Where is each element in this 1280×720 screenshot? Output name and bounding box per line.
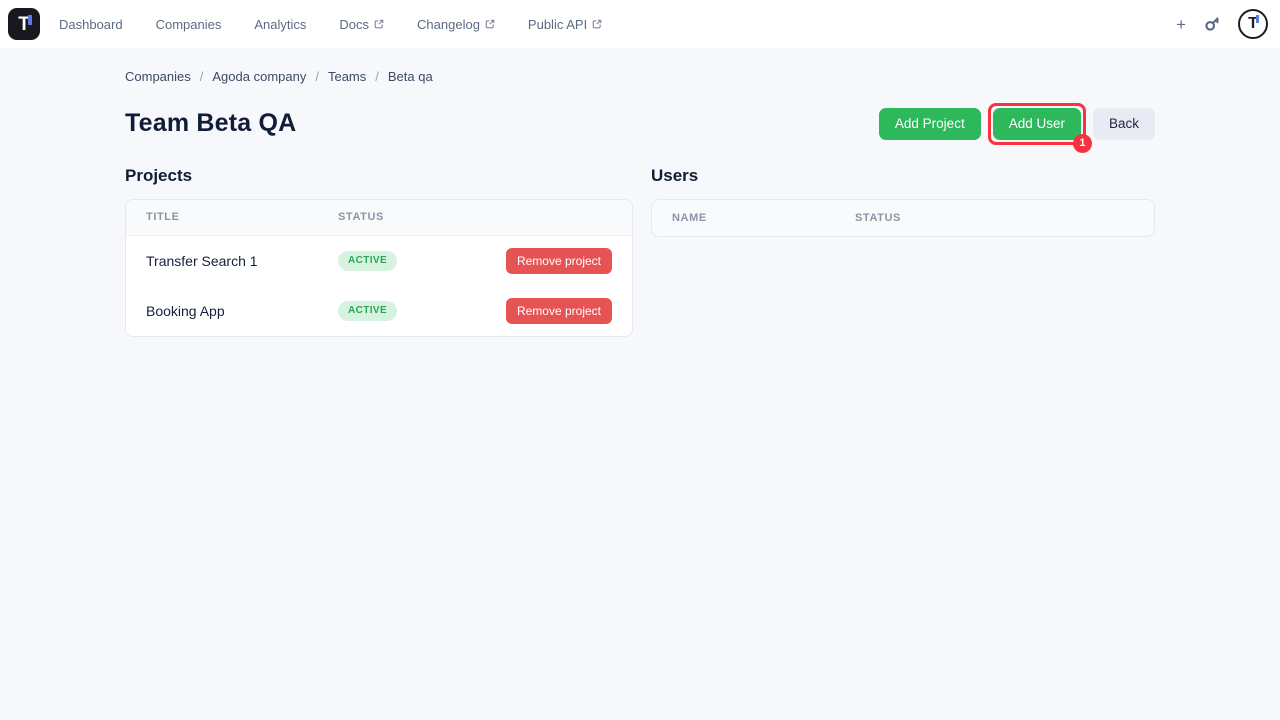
add-user-button[interactable]: Add User — [993, 108, 1081, 140]
external-link-icon — [485, 19, 495, 29]
top-navbar: T Dashboard Companies Analytics Docs Cha… — [0, 0, 1280, 48]
page-header: Team Beta QA Add Project Add User 1 Back — [125, 103, 1155, 145]
content-columns: Projects Title Status Transfer Search 1 … — [125, 166, 1155, 337]
search-icon[interactable] — [1203, 15, 1221, 33]
nav-item-companies[interactable]: Companies — [156, 17, 222, 32]
page-actions: Add Project Add User 1 Back — [879, 103, 1155, 145]
breadcrumb-separator: / — [200, 69, 204, 84]
app-logo-accent — [28, 15, 32, 25]
nav-item-dashboard[interactable]: Dashboard — [59, 17, 123, 32]
avatar[interactable]: T — [1238, 9, 1268, 39]
annotation-badge: 1 — [1073, 134, 1092, 153]
app-logo[interactable]: T — [8, 8, 40, 40]
navbar-right-group: + T — [1176, 9, 1268, 39]
breadcrumb-agoda-company[interactable]: Agoda company — [212, 69, 306, 84]
table-row: Booking App ACTIVE Remove project — [126, 286, 632, 336]
annotation-highlight-box: Add User 1 — [988, 103, 1086, 145]
column-header-name: Name — [672, 212, 855, 224]
breadcrumb-beta-qa: Beta qa — [388, 69, 433, 84]
users-heading: Users — [651, 166, 1155, 186]
back-button[interactable]: Back — [1093, 108, 1155, 140]
column-header-status: Status — [855, 212, 1134, 224]
projects-table: Title Status Transfer Search 1 ACTIVE Re… — [125, 199, 633, 337]
add-project-button[interactable]: Add Project — [879, 108, 981, 140]
projects-table-header: Title Status — [126, 200, 632, 236]
avatar-accent — [1256, 15, 1259, 23]
breadcrumb: Companies / Agoda company / Teams / Beta… — [125, 48, 1155, 84]
nav-item-docs[interactable]: Docs — [339, 17, 384, 32]
status-badge: ACTIVE — [338, 251, 397, 271]
users-table: Name Status — [651, 199, 1155, 237]
breadcrumb-separator: / — [315, 69, 319, 84]
projects-heading: Projects — [125, 166, 633, 186]
users-table-header: Name Status — [652, 200, 1154, 236]
project-title: Booking App — [146, 303, 338, 319]
nav-item-changelog[interactable]: Changelog — [417, 17, 495, 32]
external-link-icon — [592, 19, 602, 29]
nav-item-analytics[interactable]: Analytics — [254, 17, 306, 32]
project-title: Transfer Search 1 — [146, 253, 338, 269]
breadcrumb-companies[interactable]: Companies — [125, 69, 191, 84]
column-header-status: Status — [338, 211, 612, 223]
breadcrumb-separator: / — [375, 69, 379, 84]
users-section: Users Name Status — [651, 166, 1155, 237]
external-link-icon — [374, 19, 384, 29]
status-badge: ACTIVE — [338, 301, 397, 321]
remove-project-button[interactable]: Remove project — [506, 248, 612, 274]
column-header-title: Title — [146, 211, 338, 223]
projects-section: Projects Title Status Transfer Search 1 … — [125, 166, 633, 337]
breadcrumb-teams[interactable]: Teams — [328, 69, 366, 84]
remove-project-button[interactable]: Remove project — [506, 298, 612, 324]
plus-icon[interactable]: + — [1176, 16, 1186, 33]
page-title: Team Beta QA — [125, 109, 296, 138]
table-row: Transfer Search 1 ACTIVE Remove project — [126, 236, 632, 286]
nav-menu: Dashboard Companies Analytics Docs Chang… — [59, 17, 602, 32]
nav-item-public-api[interactable]: Public API — [528, 17, 602, 32]
main-content: Companies / Agoda company / Teams / Beta… — [125, 48, 1155, 337]
